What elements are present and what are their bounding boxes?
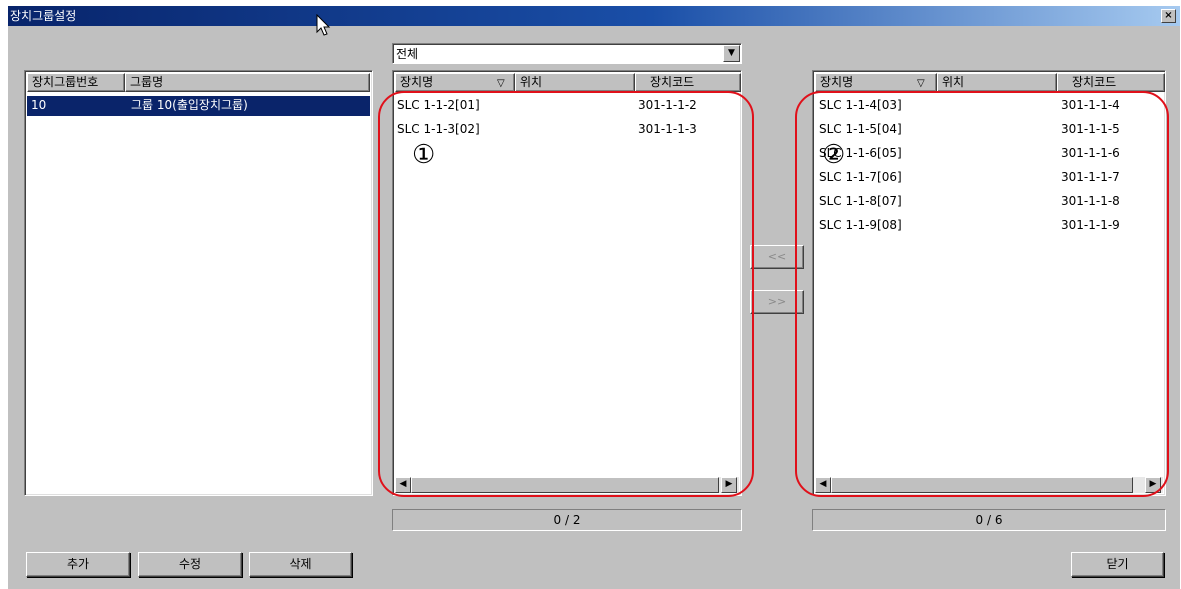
move-to-available-button[interactable]: <<: [750, 245, 804, 269]
device-name: SLC 1-1-8[07]: [819, 194, 902, 208]
list-item[interactable]: SLC 1-1-7[06] 301-1-1-7: [815, 168, 1163, 192]
column-header-device-name[interactable]: 장치명 ▽: [395, 73, 515, 92]
device-name: SLC 1-1-7[06]: [819, 170, 902, 184]
device-code: 301-1-1-4: [1061, 98, 1120, 112]
filter-selected-value: 전체: [396, 47, 419, 61]
list-item[interactable]: SLC 1-1-4[03] 301-1-1-4: [815, 96, 1163, 120]
group-number: 10: [31, 98, 47, 112]
device-name: SLC 1-1-4[03]: [819, 98, 902, 112]
mouse-cursor-icon: [316, 14, 331, 36]
filter-dropdown[interactable]: 전체 ▼: [392, 43, 742, 64]
device-name: SLC 1-1-5[04]: [819, 122, 902, 136]
delete-button[interactable]: 삭제: [249, 552, 352, 577]
edit-button[interactable]: 수정: [138, 552, 242, 577]
group-name: 그룹 10(출입장치그룹): [131, 98, 248, 112]
list-item[interactable]: SLC 1-1-9[08] 301-1-1-9: [815, 216, 1163, 240]
window-title: 장치그룹설정: [10, 9, 77, 23]
group-devices-counter: 0 / 6: [812, 509, 1166, 531]
sort-icon: ▽: [497, 78, 505, 89]
list-item[interactable]: SLC 1-1-6[05] 301-1-1-6: [815, 144, 1163, 168]
horizontal-scrollbar[interactable]: ◀ ▶: [395, 477, 739, 493]
list-item[interactable]: SLC 1-1-8[07] 301-1-1-8: [815, 192, 1163, 216]
scroll-thumb[interactable]: [831, 477, 1133, 493]
group-list-header: 장치그룹번호 그룹명: [27, 73, 370, 92]
device-code: 301-1-1-5: [1061, 122, 1120, 136]
available-devices-counter: 0 / 2: [392, 509, 742, 531]
close-window-button[interactable]: ×: [1161, 9, 1176, 23]
annotation-marker-2: ②: [822, 140, 846, 170]
list-item[interactable]: SLC 1-1-2[01] 301-1-1-2: [395, 96, 739, 120]
device-list-header: 장치명 ▽ 위치 장치코드: [395, 73, 741, 92]
column-header-device-name[interactable]: 장치명 ▽: [815, 73, 937, 92]
column-header-device-code[interactable]: 장치코드: [1057, 73, 1165, 92]
scroll-thumb[interactable]: [411, 477, 719, 493]
horizontal-scrollbar[interactable]: ◀ ▶: [815, 477, 1163, 493]
device-code: 301-1-1-2: [638, 98, 697, 112]
close-button[interactable]: 닫기: [1071, 552, 1164, 577]
chevron-down-icon[interactable]: ▼: [723, 45, 740, 62]
device-name: SLC 1-1-9[08]: [819, 218, 902, 232]
scroll-right-icon[interactable]: ▶: [721, 477, 737, 493]
column-header-group-name[interactable]: 그룹명: [125, 73, 370, 92]
column-header-location[interactable]: 위치: [937, 73, 1057, 92]
scroll-left-icon[interactable]: ◀: [395, 477, 411, 493]
scroll-left-icon[interactable]: ◀: [815, 477, 831, 493]
device-code: 301-1-1-8: [1061, 194, 1120, 208]
available-devices-list[interactable]: 장치명 ▽ 위치 장치코드 SLC 1-1-2[01] 301-1-1-2 SL…: [392, 70, 742, 496]
list-item[interactable]: SLC 1-1-3[02] 301-1-1-3: [395, 120, 739, 144]
device-code: 301-1-1-7: [1061, 170, 1120, 184]
title-bar[interactable]: 장치그룹설정 ×: [8, 6, 1180, 26]
scroll-right-icon[interactable]: ▶: [1145, 477, 1161, 493]
column-name-label: 장치명: [400, 75, 434, 89]
move-to-group-button[interactable]: >>: [750, 290, 804, 314]
group-row[interactable]: 10 그룹 10(출입장치그룹): [27, 96, 370, 116]
column-name-label: 장치명: [820, 75, 854, 89]
annotation-marker-1: ①: [412, 140, 436, 170]
device-code: 301-1-1-6: [1061, 146, 1120, 160]
list-item[interactable]: SLC 1-1-5[04] 301-1-1-5: [815, 120, 1163, 144]
sort-icon: ▽: [917, 78, 925, 89]
group-list[interactable]: 장치그룹번호 그룹명 10 그룹 10(출입장치그룹): [24, 70, 373, 496]
device-name: SLC 1-1-2[01]: [397, 98, 480, 112]
device-list-header: 장치명 ▽ 위치 장치코드: [815, 73, 1165, 92]
device-code: 301-1-1-3: [638, 122, 697, 136]
add-button[interactable]: 추가: [26, 552, 130, 577]
device-code: 301-1-1-9: [1061, 218, 1120, 232]
column-header-group-number[interactable]: 장치그룹번호: [27, 73, 125, 92]
column-header-device-code[interactable]: 장치코드: [635, 73, 741, 92]
device-name: SLC 1-1-3[02]: [397, 122, 480, 136]
group-devices-list[interactable]: 장치명 ▽ 위치 장치코드 SLC 1-1-4[03] 301-1-1-4 SL…: [812, 70, 1166, 496]
column-header-location[interactable]: 위치: [515, 73, 635, 92]
